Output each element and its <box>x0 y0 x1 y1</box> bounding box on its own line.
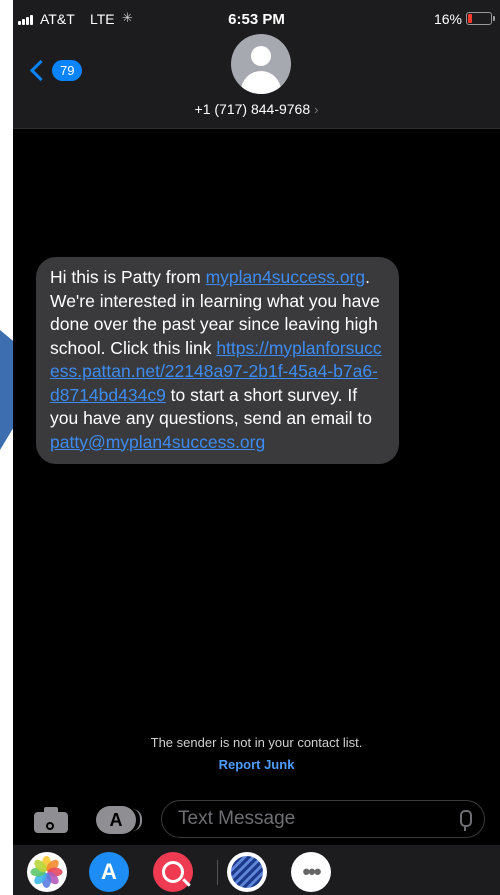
contact-number[interactable]: +1 (717) 844-9768 › <box>13 101 500 117</box>
photos-app-icon[interactable] <box>27 852 67 892</box>
app-strip-divider <box>217 860 218 885</box>
microphone-icon[interactable] <box>460 810 472 831</box>
unknown-sender-note: The sender is not in your contact list. <box>150 735 363 750</box>
contact-avatar[interactable] <box>231 34 291 94</box>
more-apps-icon[interactable]: ••• <box>291 852 331 892</box>
message-input[interactable]: Text Message <box>161 800 485 838</box>
person-icon-body <box>241 71 281 94</box>
battery-icon <box>466 12 492 25</box>
camera-lens <box>44 820 56 832</box>
app-store-icon[interactable]: A <box>89 852 129 892</box>
united-airlines-icon[interactable] <box>227 852 267 892</box>
compose-bar: A Text Message <box>13 795 500 845</box>
report-junk-link[interactable]: Report Junk <box>13 757 500 772</box>
battery-tip <box>493 16 495 21</box>
message-input-placeholder: Text Message <box>178 808 296 829</box>
magnifier-icon <box>162 861 184 883</box>
globe-icon <box>231 856 263 888</box>
camera-button[interactable] <box>34 807 68 833</box>
person-icon <box>251 46 271 66</box>
incoming-message-bubble: Hi this is Patty from myplan4success.org… <box>36 257 399 464</box>
clock: 6:53 PM <box>228 11 285 28</box>
chevron-right-icon: › <box>314 102 319 117</box>
phone-screen: AT&T LTE ✳ 6:53 PM 16% 79 +1 (717) 844-9… <box>13 0 500 895</box>
image-search-app-icon[interactable] <box>153 852 193 892</box>
message-link-domain[interactable]: myplan4success.org <box>206 267 366 287</box>
chevron-left-icon <box>29 59 52 81</box>
message-link-email[interactable]: patty@myplan4success.org <box>50 432 265 452</box>
camera-icon-body <box>34 812 68 833</box>
app-store-button[interactable]: A <box>96 806 142 834</box>
imessage-app-strip: A ••• <box>13 845 500 895</box>
contact-number-text: +1 (717) 844-9768 <box>194 101 311 117</box>
back-button[interactable]: 79 <box>29 57 83 83</box>
conversation-header: AT&T LTE ✳ 6:53 PM 16% 79 +1 (717) 844-9… <box>13 0 500 129</box>
unread-count-badge: 79 <box>52 59 83 81</box>
battery-percent: 16% <box>433 11 462 27</box>
status-bar: AT&T LTE ✳ 6:53 PM 16% <box>13 10 500 30</box>
message-text: Hi this is Patty from <box>50 267 206 287</box>
